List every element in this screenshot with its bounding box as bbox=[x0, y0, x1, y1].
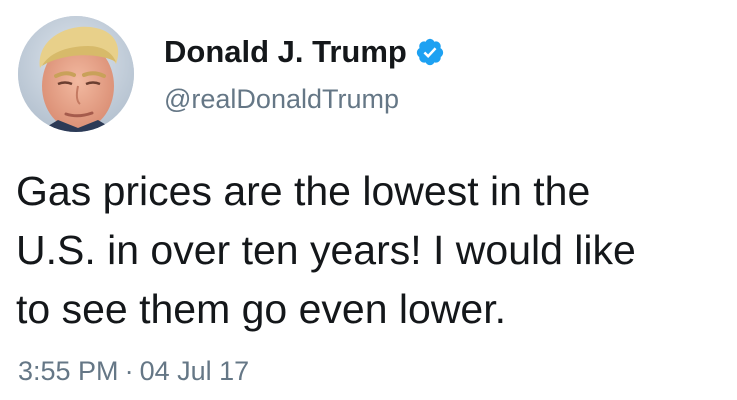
timestamp-separator: · bbox=[124, 356, 134, 386]
display-name[interactable]: Donald J. Trump bbox=[164, 34, 407, 70]
tweet-card: Donald J. Trump @realDonaldTrump Gas pri… bbox=[0, 0, 737, 400]
tweet-text-line: Gas prices are the lowest in the bbox=[16, 168, 591, 214]
tweet-date: 04 Jul 17 bbox=[139, 356, 250, 386]
author-row: Donald J. Trump bbox=[164, 30, 445, 74]
profile-photo-icon bbox=[18, 16, 134, 132]
avatar[interactable] bbox=[18, 16, 134, 132]
tweet-time: 3:55 PM bbox=[18, 356, 119, 386]
verified-badge-icon bbox=[415, 37, 445, 67]
tweet-text: Gas prices are the lowest in the U.S. in… bbox=[16, 162, 728, 339]
user-handle[interactable]: @realDonaldTrump bbox=[164, 84, 399, 115]
tweet-text-line: to see them go even lower. bbox=[16, 286, 507, 332]
timestamp[interactable]: 3:55 PM · 04 Jul 17 bbox=[18, 356, 249, 387]
tweet-text-line: U.S. in over ten years! I would like bbox=[16, 227, 636, 273]
